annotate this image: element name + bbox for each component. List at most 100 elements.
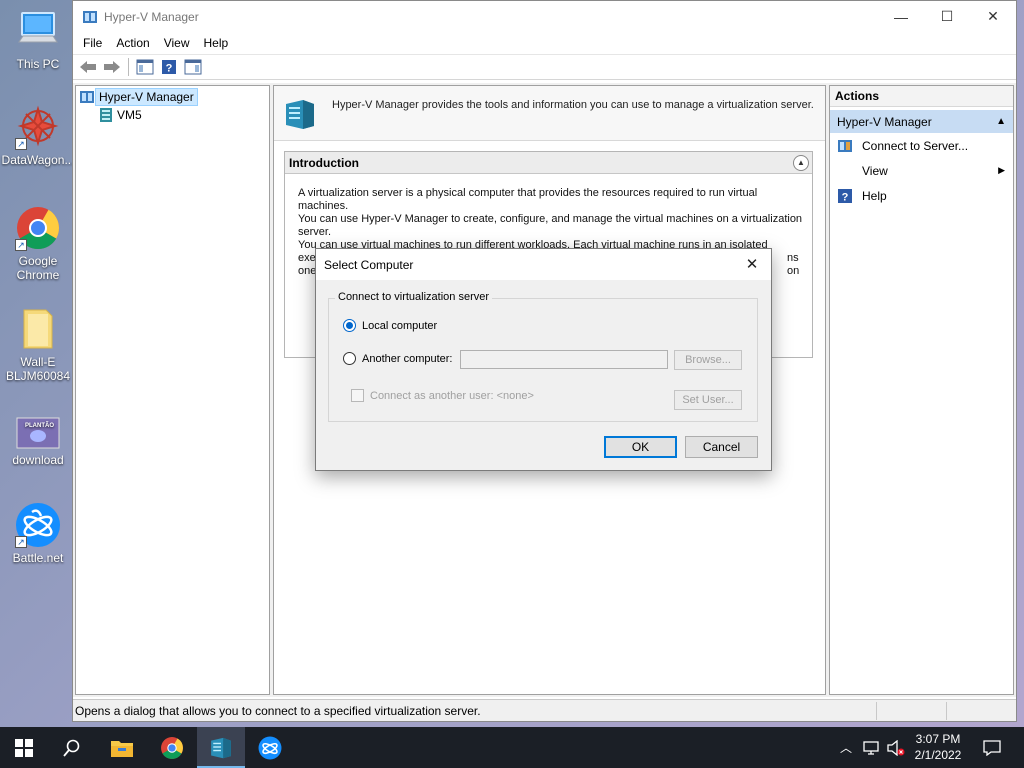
- tree-item-label: VM5: [117, 108, 142, 122]
- server-icon: [100, 108, 112, 122]
- submenu-arrow-icon: ▶: [998, 165, 1005, 175]
- taskbar-file-explorer[interactable]: [98, 727, 146, 768]
- local-computer-option[interactable]: Local computer: [343, 319, 437, 332]
- connect-as-another-user-label: Connect as another user: <none>: [370, 389, 534, 402]
- taskbar: ︿ 3:07 PM 2/1/2022: [0, 727, 1024, 768]
- battle-net-icon: [258, 736, 282, 759]
- intro-line: A virtualization server is a physical co…: [298, 187, 758, 212]
- help-icon: ?: [162, 60, 176, 75]
- action-label: Help: [862, 188, 887, 203]
- help-icon: ?: [837, 188, 853, 204]
- file-explorer-icon: [111, 740, 133, 757]
- taskbar-hyper-v-manager[interactable]: [197, 727, 245, 768]
- results-header: Hyper-V Manager provides the tools and i…: [274, 86, 825, 141]
- status-cell: [946, 701, 1016, 720]
- shortcut-arrow-icon: ↗: [15, 239, 27, 251]
- local-computer-radio[interactable]: [343, 319, 356, 332]
- system-clock[interactable]: 3:07 PM 2/1/2022: [908, 731, 968, 763]
- menu-action[interactable]: Action: [109, 36, 156, 50]
- maximize-button[interactable]: ☐: [924, 1, 970, 32]
- help-button[interactable]: ?: [158, 56, 180, 78]
- shortcut-arrow-icon: ↗: [15, 138, 27, 150]
- introduction-header[interactable]: Introduction: [285, 152, 812, 174]
- image-thumbnail-icon: PLANTÃO: [15, 416, 61, 450]
- show-hide-action-pane-button[interactable]: [182, 56, 204, 78]
- local-computer-label: Local computer: [362, 319, 438, 332]
- window-title: Hyper-V Manager: [104, 9, 199, 24]
- status-bar: Opens a dialog that allows you to connec…: [73, 699, 1016, 721]
- tree-item-vm5[interactable]: VM5: [98, 106, 145, 124]
- clock-time: 3:07 PM: [915, 732, 961, 746]
- dialog-title-bar[interactable]: Select Computer: [316, 249, 771, 280]
- action-pane-icon: [184, 59, 202, 75]
- set-user-button[interactable]: Set User...: [674, 390, 742, 410]
- another-computer-option[interactable]: Another computer:: [343, 352, 453, 365]
- show-hidden-icons-chevron-icon[interactable]: ︿: [836, 727, 856, 768]
- battle-net-icon: ↗: [15, 502, 61, 548]
- desktop-icon-label: download: [12, 453, 64, 467]
- actions-group-label: Hyper-V Manager: [837, 114, 932, 129]
- desktop-icon-this-pc[interactable]: This PC: [2, 8, 74, 71]
- action-label: Connect to Server...: [862, 138, 969, 153]
- menu-view[interactable]: View: [157, 36, 197, 50]
- action-help[interactable]: ? Help: [830, 183, 1013, 208]
- intro-line-fragment: ns on: [787, 252, 800, 277]
- actions-group-hyper-v-manager[interactable]: Hyper-V Manager ▲: [830, 110, 1013, 133]
- introduction-paragraph-1: A virtualization server is a physical co…: [298, 187, 803, 239]
- desktop-icon-label: Google Chrome: [16, 254, 60, 282]
- console-tree[interactable]: Hyper-V Manager VM5: [75, 85, 270, 695]
- desktop-icon-label: Battle.net: [12, 551, 64, 565]
- desktop-icon-google-chrome[interactable]: ↗ Google Chrome: [2, 205, 74, 282]
- another-computer-input[interactable]: [460, 350, 668, 369]
- desktop-icon-wall-e-folder[interactable]: Wall-E BLJM60084: [2, 306, 74, 383]
- tree-item-hyper-v-manager[interactable]: Hyper-V Manager: [79, 88, 198, 106]
- computer-icon: [15, 8, 61, 54]
- svg-text:?: ?: [166, 63, 173, 75]
- minimize-button[interactable]: —: [878, 1, 924, 32]
- connect-as-another-user-checkbox[interactable]: [351, 389, 364, 402]
- back-button[interactable]: [77, 56, 99, 78]
- desktop-icon-download[interactable]: PLANTÃO download: [2, 416, 74, 467]
- shortcut-arrow-icon: ↗: [15, 536, 27, 548]
- menu-file[interactable]: File: [76, 36, 109, 50]
- title-bar[interactable]: Hyper-V Manager — ☐ ✕: [73, 1, 1016, 32]
- taskbar-chrome[interactable]: [148, 727, 196, 768]
- start-button[interactable]: [0, 727, 48, 768]
- network-icon[interactable]: [860, 727, 884, 768]
- groupbox-label: Connect to virtualization server: [335, 291, 493, 303]
- menu-bar: File Action View Help: [73, 32, 1016, 54]
- toolbar: ?: [73, 54, 1016, 80]
- dialog-close-button[interactable]: ✕: [739, 253, 765, 277]
- windows-logo-icon: [15, 738, 33, 757]
- forward-arrow-icon: [104, 61, 120, 73]
- desktop-icon-battle-net[interactable]: ↗ Battle.net: [2, 502, 74, 565]
- desktop-icon-datawagon[interactable]: ↗ DataWagon...: [2, 104, 74, 167]
- search-icon: [63, 739, 80, 757]
- close-button[interactable]: ✕: [970, 1, 1016, 32]
- toolbar-separator: [128, 58, 129, 76]
- action-view[interactable]: View ▶: [830, 158, 1013, 183]
- volume-muted-icon[interactable]: [884, 727, 908, 768]
- back-arrow-icon: [80, 61, 96, 73]
- status-cell: [876, 701, 946, 720]
- search-button[interactable]: [48, 727, 96, 768]
- introduction-title: Introduction: [289, 155, 359, 170]
- ok-button[interactable]: OK: [604, 436, 677, 458]
- notifications-icon[interactable]: [978, 727, 1006, 768]
- connect-as-another-user-option[interactable]: Connect as another user: <none>: [351, 389, 534, 402]
- forward-button[interactable]: [101, 56, 123, 78]
- dialog-title: Select Computer: [324, 257, 414, 272]
- show-hide-console-tree-button[interactable]: [134, 56, 156, 78]
- action-connect-to-server[interactable]: Connect to Server...: [830, 133, 1013, 158]
- taskbar-battle-net[interactable]: [246, 727, 294, 768]
- menu-help[interactable]: Help: [197, 36, 236, 50]
- browse-button[interactable]: Browse...: [674, 350, 742, 370]
- cancel-button[interactable]: Cancel: [685, 436, 758, 458]
- thumbnail-text: PLANTÃO: [25, 423, 54, 429]
- another-computer-label: Another computer:: [362, 352, 453, 365]
- collapse-icon[interactable]: ▲: [793, 155, 809, 171]
- intro-line: server.: [298, 226, 332, 238]
- another-computer-radio[interactable]: [343, 352, 356, 365]
- collapse-arrow-icon[interactable]: ▲: [996, 116, 1006, 127]
- tree-item-label: Hyper-V Manager: [95, 88, 198, 106]
